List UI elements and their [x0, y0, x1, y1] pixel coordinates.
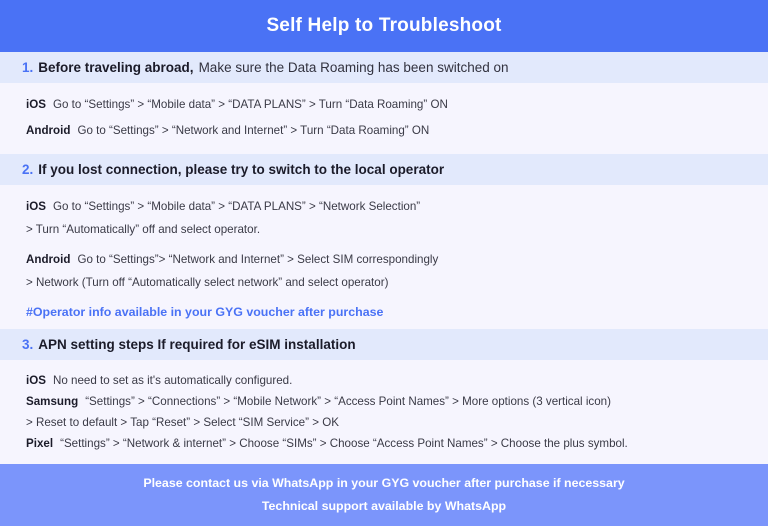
- section-2-number: 2.: [22, 161, 34, 177]
- section-2: 2. If you lost connection, please try to…: [0, 153, 768, 329]
- instruction-line: Android Go to “Settings”> “Network and In…: [26, 251, 746, 269]
- section-1: 1. Before traveling abroad, Make sure th…: [0, 52, 768, 154]
- instruction-text: > Turn “Automatically” off and select op…: [26, 222, 261, 236]
- section-3: 3. APN setting steps If required for eSI…: [0, 328, 768, 464]
- line-spacer: [26, 244, 746, 251]
- section-1-heading-rest: Make sure the Data Roaming has been swit…: [198, 60, 509, 75]
- section-3-header: 3. APN setting steps If required for eSI…: [0, 328, 768, 360]
- platform-label-ios: iOS: [26, 98, 46, 111]
- footer-contact-line: Please contact us via WhatsApp in your G…: [143, 476, 625, 491]
- instruction-line: iOS Go to “Settings” > “Mobile data” > “D…: [26, 96, 746, 114]
- platform-label-android: Android: [26, 123, 71, 137]
- instruction-text: “Settings” > “Connections” > “Mobile Net…: [85, 394, 611, 408]
- instruction-text: Go to “Settings” > “Mobile data” > “DATA…: [52, 98, 448, 111]
- instruction-text: Go to “Settings”> “Network and Internet”…: [77, 252, 439, 266]
- troubleshoot-page: Self Help to Troubleshoot 1. Before trav…: [0, 0, 768, 526]
- instruction-text: > Network (Turn off “Automatically selec…: [26, 275, 389, 289]
- platform-label-samsung: Samsung: [26, 394, 79, 408]
- page-footer: Please contact us via WhatsApp in your G…: [0, 463, 768, 526]
- section-1-body: iOS Go to “Settings” > “Mobile data” > “D…: [0, 83, 768, 154]
- section-3-body: iOS No need to set as it's automatically …: [0, 360, 768, 464]
- instruction-line: Android Go to “Settings” > “Network and I…: [26, 122, 746, 140]
- platform-label-ios: iOS: [26, 199, 46, 213]
- section-2-body: iOS Go to “Settings” > “Mobile data” > “D…: [0, 185, 768, 329]
- section-2-heading-strong: If you lost connection, please try to sw…: [38, 161, 445, 177]
- section-2-header: 2. If you lost connection, please try to…: [0, 153, 768, 185]
- instruction-text: Go to “Settings” > “Network and Internet…: [77, 123, 430, 137]
- section-3-number: 3.: [22, 336, 34, 352]
- instruction-line: > Reset to default > Tap “Reset” > Selec…: [26, 414, 746, 432]
- page-title: Self Help to Troubleshoot: [266, 15, 502, 36]
- section-1-number: 1.: [22, 60, 34, 75]
- platform-label-pixel: Pixel: [26, 436, 54, 450]
- instruction-text: Go to “Settings” > “Mobile data” > “DATA…: [52, 199, 421, 213]
- section-1-heading-strong: Before traveling abroad,: [38, 60, 194, 75]
- instruction-line: > Turn “Automatically” off and select op…: [26, 221, 746, 239]
- instruction-text: > Reset to default > Tap “Reset” > Selec…: [26, 415, 339, 429]
- instruction-text: No need to set as it's automatically con…: [52, 373, 293, 387]
- instruction-line: iOS Go to “Settings” > “Mobile data” > “D…: [26, 198, 746, 216]
- operator-info-note: #Operator info available in your GYG vou…: [26, 304, 384, 319]
- instruction-line: Pixel “Settings” > “Network & internet” >…: [26, 435, 746, 453]
- section-3-heading-strong: APN setting steps If required for eSIM i…: [38, 336, 356, 352]
- page-content: 1. Before traveling abroad, Make sure th…: [0, 52, 768, 464]
- section-1-header: 1. Before traveling abroad, Make sure th…: [0, 52, 768, 83]
- instruction-line: iOS No need to set as it's automatically …: [26, 372, 746, 390]
- instruction-text: “Settings” > “Network & internet” > Choo…: [60, 436, 628, 450]
- platform-label-android: Android: [26, 252, 71, 266]
- platform-label-ios: iOS: [26, 373, 46, 387]
- instruction-line: > Network (Turn off “Automatically selec…: [26, 274, 746, 292]
- instruction-line: Samsung “Settings” > “Connections” > “Mob…: [26, 393, 746, 411]
- page-header: Self Help to Troubleshoot: [0, 0, 768, 52]
- footer-support-line: Technical support available by WhatsApp: [261, 499, 507, 514]
